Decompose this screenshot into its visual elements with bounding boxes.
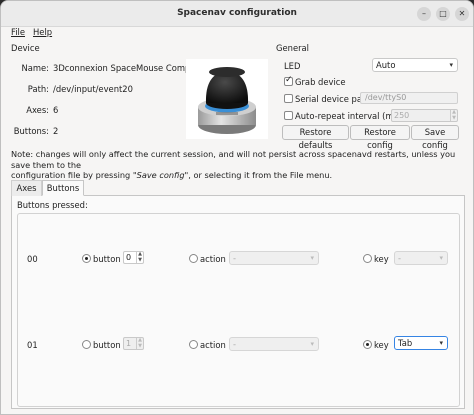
key-radio-label: key: [374, 340, 389, 350]
button-number-spinbox[interactable]: 1 ▲ ▼: [123, 337, 144, 350]
button-radio-label: button: [93, 254, 121, 264]
note-line-2-a: configuration file by pressing: [11, 170, 133, 180]
menu-file-label: File: [11, 27, 26, 37]
chevron-down-icon: ▾: [449, 61, 453, 69]
chevron-down-icon: ▾: [439, 339, 443, 347]
action-select-value: -: [233, 253, 237, 263]
button-number-value: 0: [126, 253, 132, 262]
note-line-2-c: , or selecting it from the File menu.: [188, 170, 333, 180]
menu-help[interactable]: Help: [33, 27, 52, 37]
maximize-button[interactable]: □: [436, 7, 450, 21]
action-select[interactable]: - ▾: [229, 337, 319, 351]
chevron-down-icon: ▾: [310, 340, 314, 348]
button-number-spinbox[interactable]: 0 ▲ ▼: [123, 251, 144, 264]
button-radio[interactable]: [82, 340, 91, 349]
menu-bar: File Help: [1, 27, 473, 38]
led-select-value: Auto: [376, 60, 396, 70]
note-line-1: Note: changes will only affect the curre…: [11, 149, 456, 170]
device-axes-label: Axes:: [26, 105, 49, 115]
spin-arrows-icon: ▲ ▼: [450, 109, 457, 121]
button-row-id: 01: [27, 340, 38, 350]
restore-defaults-button[interactable]: Restore defaults: [282, 125, 349, 150]
action-select-value: -: [233, 339, 237, 349]
key-select-value: -: [398, 253, 402, 263]
device-axes-value: 6: [53, 105, 59, 115]
action-radio-label: action: [200, 254, 226, 264]
key-radio-label: key: [374, 254, 389, 264]
spin-arrows-icon: ▲ ▼: [136, 251, 143, 263]
restore-config-button[interactable]: Restore config: [350, 125, 410, 150]
key-radio[interactable]: [363, 254, 372, 263]
buttons-pressed-label: Buttons pressed:: [17, 200, 88, 210]
device-name-label: Name:: [21, 63, 49, 73]
maximize-icon: □: [439, 9, 447, 18]
led-select[interactable]: Auto ▾: [372, 58, 458, 72]
close-button[interactable]: ✕: [455, 7, 469, 21]
note-text: Note: changes will only affect the curre…: [11, 149, 471, 181]
grab-device-label: Grab device: [295, 77, 346, 87]
led-label: LED: [284, 61, 301, 71]
spin-arrows-icon: ▲ ▼: [136, 337, 143, 349]
note-line-2-b: "Save config": [132, 170, 189, 180]
device-buttons-label: Buttons:: [13, 126, 49, 136]
button-radio[interactable]: [82, 254, 91, 263]
device-path-label: Path:: [27, 84, 49, 94]
tab-axes[interactable]: Axes: [11, 180, 42, 196]
serial-path-field[interactable]: /dev/ttyS0: [360, 92, 458, 104]
auto-repeat-checkbox[interactable]: [284, 111, 293, 120]
minimize-icon: –: [422, 9, 426, 18]
save-config-button[interactable]: Save config: [411, 125, 459, 150]
general-section-title: General: [276, 43, 310, 53]
action-radio[interactable]: [189, 340, 198, 349]
key-radio[interactable]: [363, 340, 372, 349]
chevron-down-icon: ▾: [310, 254, 314, 262]
action-radio[interactable]: [189, 254, 198, 263]
auto-repeat-spinbox[interactable]: 250 ▲ ▼: [391, 109, 458, 122]
key-select[interactable]: - ▾: [394, 251, 448, 265]
key-select[interactable]: Tab ▾: [394, 336, 448, 350]
action-radio-label: action: [200, 340, 226, 350]
button-mapping-group: [17, 213, 460, 407]
menu-help-label: Help: [33, 27, 53, 37]
key-select-value: Tab: [398, 338, 413, 348]
device-name-value: 3Dconnexion SpaceMouse Compact: [53, 63, 204, 73]
action-select[interactable]: - ▾: [229, 251, 319, 265]
button-number-value: 1: [126, 339, 132, 348]
menu-file[interactable]: File: [11, 27, 25, 37]
button-row-id: 00: [27, 254, 38, 264]
title-bar[interactable]: Spacenav configuration – □ ✕: [1, 1, 473, 27]
device-section-title: Device: [11, 43, 40, 53]
close-icon: ✕: [458, 9, 466, 18]
minimize-button[interactable]: –: [417, 7, 431, 21]
app-window: Spacenav configuration – □ ✕ File Help D…: [0, 0, 474, 415]
window-title: Spacenav configuration: [177, 8, 297, 18]
device-path-value: /dev/input/event20: [53, 84, 133, 94]
device-image: [186, 59, 268, 139]
note-line-2: configuration file by pressing "Save con…: [11, 170, 471, 181]
grab-device-checkbox[interactable]: [284, 75, 293, 86]
auto-repeat-value: 250: [394, 111, 410, 120]
auto-repeat-label: Auto-repeat interval (ms): [295, 111, 402, 121]
chevron-down-icon: ▾: [439, 254, 443, 262]
device-buttons-value: 2: [53, 126, 59, 136]
serial-path-checkbox[interactable]: [284, 94, 293, 103]
button-radio-label: button: [93, 340, 121, 350]
tab-buttons[interactable]: Buttons: [42, 180, 84, 196]
